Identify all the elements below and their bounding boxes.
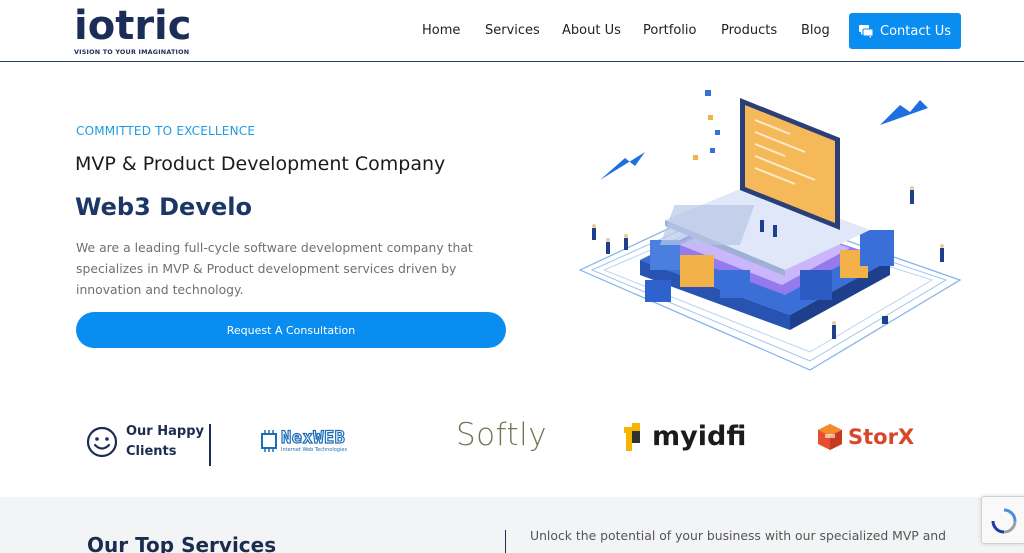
contact-us-label: Contact Us: [880, 23, 951, 39]
happy-clients-label: Our Happy Clients: [86, 422, 204, 462]
client-logo-nexweb: NexWEB Internet Web Technologies: [258, 422, 347, 460]
clients-divider: [209, 424, 211, 466]
recaptcha-badge[interactable]: [981, 496, 1024, 544]
nexweb-wordmark: NexWEB: [280, 428, 346, 448]
clients-label-line2: Clients: [126, 444, 177, 459]
client-logo-softly: Softly: [456, 416, 547, 454]
hero-title: MVP & Product Development Company: [75, 153, 446, 175]
nav-portfolio[interactable]: Portfolio: [643, 23, 696, 38]
nav-about-us[interactable]: About Us: [562, 23, 621, 38]
iotric-logo[interactable]: iotric VISION TO YOUR IMAGINATION: [74, 6, 199, 58]
nav-blog[interactable]: Blog: [801, 23, 830, 38]
services-description: Unlock the potential of your business wi…: [530, 528, 947, 543]
services-title: Our Top Services: [87, 533, 277, 553]
softly-wordmark: Softly: [456, 417, 548, 453]
recaptcha-icon: [991, 508, 1017, 534]
nexweb-chip-icon: [261, 430, 277, 452]
nav-home[interactable]: Home: [422, 23, 460, 38]
myidfi-mark-icon: [624, 423, 640, 451]
nav-services[interactable]: Services: [485, 23, 540, 38]
client-logo-myidfi: myidfi: [622, 418, 746, 456]
contact-us-button[interactable]: Contact Us: [849, 13, 961, 49]
isometric-laptop-illustration: [578, 90, 962, 371]
chat-icon: [859, 24, 874, 38]
logo-wordmark: iotric: [74, 3, 192, 49]
storx-wordmark: StorX: [848, 425, 915, 449]
nav-products[interactable]: Products: [721, 23, 777, 38]
hero-description: We are a leading full-cycle software dev…: [76, 240, 473, 297]
nexweb-subtitle: Internet Web Technologies: [281, 447, 348, 453]
myidfi-wordmark: myidfi: [652, 421, 747, 452]
services-divider: [505, 530, 506, 553]
hero-typed-text: Web3 Develo: [75, 193, 252, 221]
client-logo-storx: StorX: [816, 418, 914, 456]
hero-eyebrow: COMMITTED TO EXCELLENCE: [76, 124, 256, 138]
logo-tagline: VISION TO YOUR IMAGINATION: [74, 48, 190, 56]
request-consultation-button[interactable]: Request A Consultation: [76, 312, 506, 348]
site-header: iotric VISION TO YOUR IMAGINATION Home S…: [0, 0, 1024, 62]
clients-label-line1: Our Happy: [126, 424, 204, 439]
storx-cube-icon: [818, 424, 842, 450]
smiley-icon: [86, 426, 118, 458]
